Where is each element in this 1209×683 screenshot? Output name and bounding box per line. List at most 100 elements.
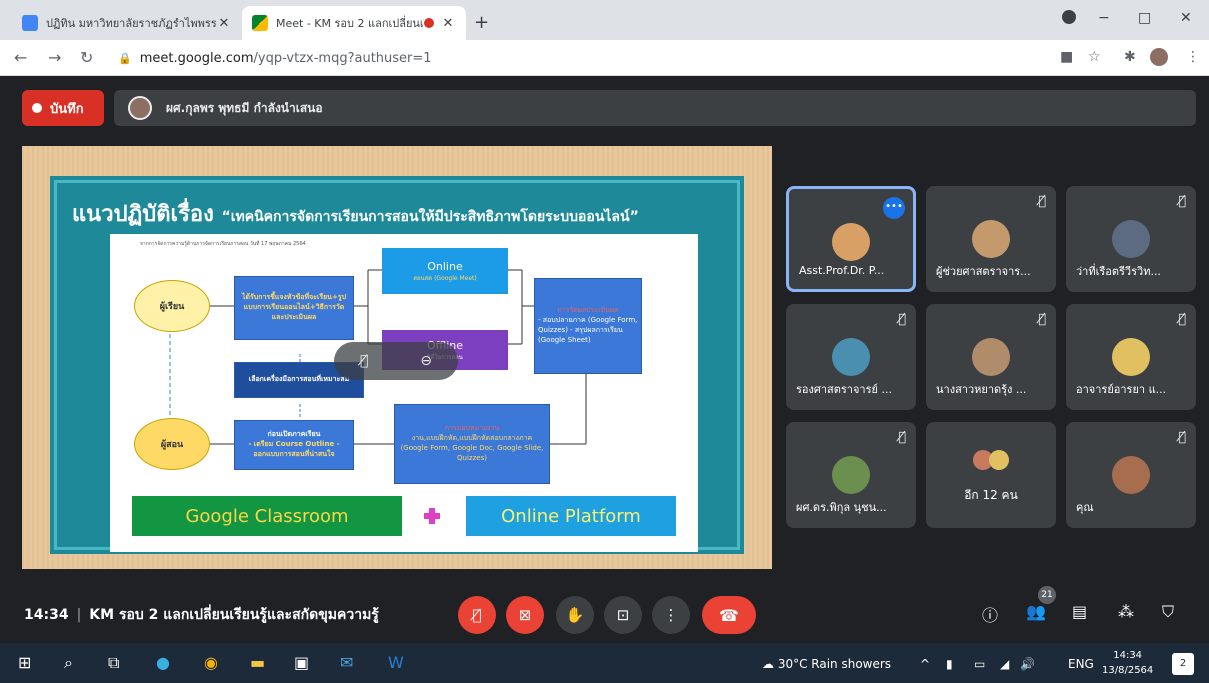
reload-icon[interactable]: ↻ bbox=[80, 48, 93, 67]
browser-toolbar: ← → ↻ 🔒 meet.google.com/yqp-vtzx-mqg?aut… bbox=[0, 40, 1209, 76]
meet-control-bar: 14:34 | KM รอบ 2 แลกเปลี่ยนเรียนรู้และสกัด… bbox=[0, 586, 1209, 643]
new-tab-button[interactable]: + bbox=[474, 12, 489, 33]
usb-icon[interactable]: ▮ bbox=[946, 657, 953, 671]
address-bar[interactable]: 🔒 meet.google.com/yqp-vtzx-mqg?authuser=… bbox=[106, 44, 1046, 72]
slide-title: แนวปฏิบัติเรื่อง “เทคนิคการจัดการเรียนกา… bbox=[72, 196, 639, 231]
teacher-ellipse: ผู้สอน bbox=[134, 418, 210, 470]
close-window-button[interactable]: ✕ bbox=[1180, 10, 1192, 26]
menu-dots-icon[interactable]: ⋮ bbox=[1186, 49, 1200, 65]
plus-icon bbox=[424, 508, 440, 524]
meeting-title: KM รอบ 2 แลกเปลี่ยนเรียนรู้และสกัดขุมควา… bbox=[89, 607, 379, 623]
remove-icon[interactable]: ⊖ bbox=[420, 353, 432, 369]
tab-title: Meet - KM รอบ 2 แลกเปลี่ยนเรี bbox=[276, 17, 424, 30]
volume-icon[interactable]: 🔊 bbox=[1020, 657, 1035, 671]
star-icon[interactable]: ☆ bbox=[1088, 49, 1101, 65]
info-icon[interactable]: ⓘ bbox=[982, 602, 998, 626]
google-classroom-label: Google Classroom bbox=[132, 496, 402, 536]
meeting-info: 14:34 | KM รอบ 2 แลกเปลี่ยนเรียนรู้และสกัด… bbox=[24, 604, 379, 626]
word-icon[interactable]: W bbox=[388, 653, 404, 672]
more-options-button[interactable]: ⋮ bbox=[652, 596, 690, 634]
more-vert-icon: ⋮ bbox=[663, 606, 679, 624]
tab-close-icon[interactable]: ✕ bbox=[216, 16, 232, 31]
back-icon[interactable]: ← bbox=[14, 48, 27, 67]
leave-call-button[interactable]: ☎ bbox=[702, 596, 756, 634]
camera-icon[interactable]: ■ bbox=[1060, 49, 1073, 65]
activities-icon[interactable]: ⁂ bbox=[1118, 602, 1134, 621]
language-indicator[interactable]: ENG bbox=[1068, 657, 1094, 671]
file-explorer-icon[interactable]: ▬ bbox=[250, 653, 265, 672]
participant-name: ผู้ช่วยศาสตราจาร... bbox=[936, 265, 1031, 278]
participant-tile[interactable]: 🎙̸ ผู้ช่วยศาสตราจาร... bbox=[926, 186, 1056, 292]
battery-icon[interactable]: ▭ bbox=[974, 657, 985, 671]
participant-name: นางสาวหยาดรุ้ง ... bbox=[936, 383, 1027, 396]
tab-close-icon[interactable]: ✕ bbox=[440, 16, 456, 31]
record-button[interactable]: บันทึก bbox=[22, 90, 104, 126]
participant-tile[interactable]: 🎙̸ อาจารย์อารยา แ... bbox=[1066, 304, 1196, 410]
minimize-button[interactable]: − bbox=[1098, 10, 1110, 26]
mail-icon[interactable]: ✉ bbox=[340, 653, 353, 672]
participant-tile[interactable]: ••• Asst.Prof.Dr. P... bbox=[786, 186, 916, 292]
slide-title-main: แนวปฏิบัติเรื่อง bbox=[72, 202, 214, 227]
windows-start-icon[interactable]: ⊞ bbox=[18, 653, 31, 672]
others-tile[interactable]: อีก 12 คน bbox=[926, 422, 1056, 528]
others-count-label: อีก 12 คน bbox=[964, 488, 1018, 502]
hand-icon: ✋ bbox=[565, 606, 585, 624]
more-options-icon[interactable]: ••• bbox=[883, 197, 905, 219]
weather-widget[interactable]: ☁ 30°C Rain showers bbox=[762, 657, 891, 671]
presentation-overlay-controls: 🎙̸ ⊖ bbox=[334, 342, 458, 380]
teacher-prep-title: ก่อนเปิดภาคเรียน bbox=[267, 430, 321, 439]
tab-title: ปฏิทิน มหาวิทยาลัยราชภัฏรำไพพรรณี bbox=[46, 17, 216, 30]
people-icon[interactable]: 👥 bbox=[1026, 602, 1046, 621]
tab-meet[interactable]: Meet - KM รอบ 2 แลกเปลี่ยนเรี ✕ bbox=[242, 6, 466, 40]
assessment-body: - สอบปลายภาค (Google Form, Quizzes) - สร… bbox=[538, 316, 638, 344]
participant-name: ผศ.ดร.พิกุล นุชน... bbox=[796, 501, 887, 514]
maximize-button[interactable]: □ bbox=[1138, 10, 1151, 26]
learner-info-box: ได้รับการชี้แจงหัวข้อที่จะเรียน+รูปแบบกา… bbox=[234, 276, 354, 340]
camera-off-icon: ⊠ bbox=[518, 606, 532, 624]
camera-toggle-button[interactable]: ⊠ bbox=[506, 596, 544, 634]
url-host: meet.google.com bbox=[139, 50, 254, 66]
present-button[interactable]: ⊡ bbox=[604, 596, 642, 634]
choose-tools-text: เลือกเครื่องมือการสอนที่เหมาะสม bbox=[248, 375, 350, 384]
chat-icon[interactable]: ▤ bbox=[1072, 602, 1087, 621]
store-icon[interactable]: ▣ bbox=[294, 653, 309, 672]
search-icon[interactable]: ⌕ bbox=[64, 653, 73, 673]
task-view-icon[interactable]: ⧉ bbox=[108, 653, 119, 673]
others-group: อีก 12 คน bbox=[926, 450, 1056, 505]
meeting-time: 14:34 bbox=[24, 607, 69, 623]
system-clock[interactable]: 14:34 13/8/2564 bbox=[1102, 648, 1153, 678]
chrome-icon[interactable]: ◉ bbox=[204, 653, 218, 672]
mic-toggle-button[interactable]: 🎙̸ bbox=[458, 596, 496, 634]
mic-off-icon: 🎙̸ bbox=[1038, 194, 1046, 209]
extensions-icon[interactable]: ✱ bbox=[1124, 49, 1136, 65]
participant-name: คุณ bbox=[1076, 501, 1094, 514]
learner-ellipse: ผู้เรียน bbox=[134, 280, 210, 332]
presentation-stage[interactable]: แนวปฏิบัติเรื่อง “เทคนิคการจัดการเรียนกา… bbox=[22, 146, 772, 569]
record-label: บันทึก bbox=[50, 101, 84, 117]
network-icon[interactable]: ◢ bbox=[1000, 657, 1009, 671]
browser-tab-strip: ปฏิทิน มหาวิทยาลัยราชภัฏรำไพพรรณี ✕ Meet… bbox=[0, 0, 1209, 40]
profile-dot-icon[interactable] bbox=[1062, 10, 1076, 24]
assignment-box: การมอบหมายงาน งาน,แบบฝึกหัด,แบบฝึกหัดสอบ… bbox=[394, 404, 550, 484]
tab-calendar[interactable]: ปฏิทิน มหาวิทยาลัยราชภัฏรำไพพรรณี ✕ bbox=[12, 6, 242, 40]
diagram-caption: จากการจัดการความรู้ด้านการจัดการเรียนการ… bbox=[140, 241, 306, 247]
notification-center-icon[interactable]: 2 bbox=[1172, 653, 1194, 675]
mic-off-icon[interactable]: 🎙̸ bbox=[360, 353, 368, 369]
participant-tile[interactable]: 🎙̸ ว่าที่เรือตรีวีรวิท... bbox=[1066, 186, 1196, 292]
online-box: Online สอนสด (Google Meet) bbox=[382, 248, 508, 294]
edge-icon[interactable]: ● bbox=[156, 653, 170, 672]
forward-icon[interactable]: → bbox=[48, 48, 61, 67]
learner-info-text: ได้รับการชี้แจงหัวข้อที่จะเรียน+รูปแบบกา… bbox=[241, 293, 347, 321]
avatar bbox=[128, 96, 152, 120]
participant-tile[interactable]: 🎙̸ รองศาสตราจารย์ ... bbox=[786, 304, 916, 410]
slide-subtitle: “เทคนิคการจัดการเรียนการสอนให้มีประสิทธิ… bbox=[221, 209, 639, 225]
avatar bbox=[989, 450, 1009, 470]
participant-tile[interactable]: 🎙̸ คุณ bbox=[1066, 422, 1196, 528]
tray-chevron-icon[interactable]: ^ bbox=[920, 657, 930, 671]
presenter-bar: ผศ.กุลพร พุทธมี กำลังนำเสนอ bbox=[114, 90, 1196, 126]
raise-hand-button[interactable]: ✋ bbox=[556, 596, 594, 634]
host-controls-icon[interactable]: ⛉ bbox=[1162, 602, 1174, 622]
avatar[interactable] bbox=[1150, 48, 1168, 66]
participant-tile[interactable]: 🎙̸ ผศ.ดร.พิกุล นุชน... bbox=[786, 422, 916, 528]
participant-tile[interactable]: 🎙̸ นางสาวหยาดรุ้ง ... bbox=[926, 304, 1056, 410]
